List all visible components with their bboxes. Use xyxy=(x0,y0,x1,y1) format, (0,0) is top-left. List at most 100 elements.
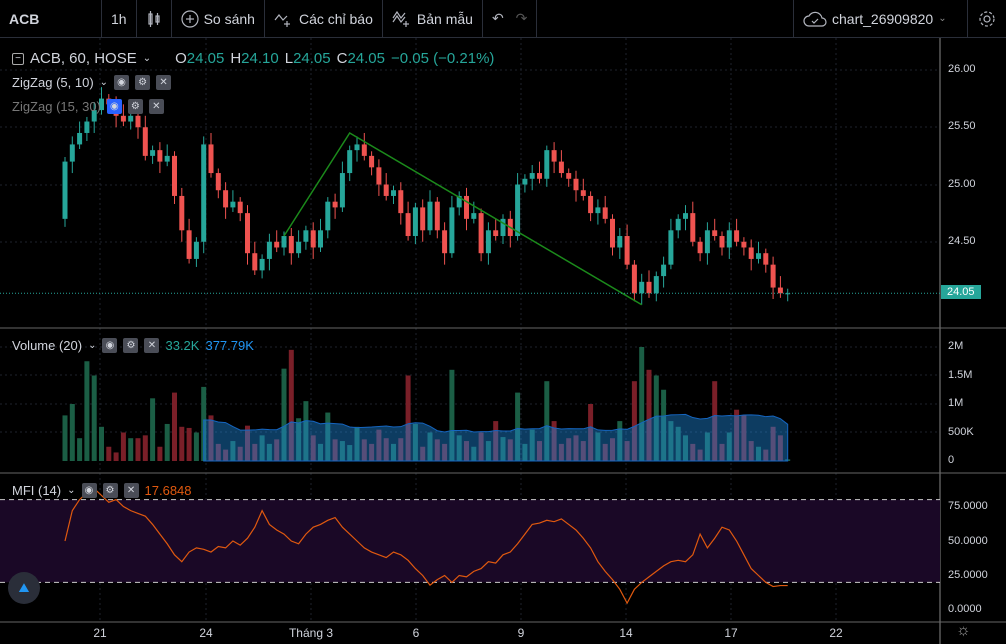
close-icon[interactable]: ✕ xyxy=(144,338,160,353)
time-tick: 9 xyxy=(517,626,525,640)
volume-bar xyxy=(128,438,134,461)
candle xyxy=(661,264,667,277)
chevron-down-icon[interactable]: ⌄ xyxy=(143,53,151,64)
candle xyxy=(325,201,331,231)
close-icon[interactable]: ✕ xyxy=(156,75,172,90)
gear-icon xyxy=(979,10,995,27)
candle xyxy=(617,236,623,248)
eye-icon[interactable]: ◉ xyxy=(81,483,97,498)
price-tick: 26.00 xyxy=(948,63,976,75)
ohlc-high: H24.10 xyxy=(230,50,279,67)
candlestick-icon xyxy=(147,10,160,27)
candle xyxy=(201,144,207,242)
candle xyxy=(164,155,170,162)
templates-button[interactable]: Bản mẫu xyxy=(383,0,483,38)
candle xyxy=(157,150,163,162)
volume-label[interactable]: Volume (20) xyxy=(12,338,82,353)
volume-tick: 500K xyxy=(948,426,974,438)
candle xyxy=(434,201,440,231)
zigzag1-label[interactable]: ZigZag (5, 10) xyxy=(12,75,94,90)
interval-button[interactable]: 1h xyxy=(102,0,137,38)
candle xyxy=(646,281,652,294)
close-icon[interactable]: ✕ xyxy=(148,99,164,114)
compare-button[interactable]: So sánh xyxy=(172,0,265,38)
volume-bar xyxy=(150,398,156,461)
candle xyxy=(296,241,302,254)
eye-icon[interactable]: ◉ xyxy=(114,75,130,90)
time-tick: 14 xyxy=(619,626,633,640)
candle xyxy=(405,213,411,237)
candle xyxy=(704,230,710,254)
candle xyxy=(172,155,177,196)
volume-bar xyxy=(142,435,148,461)
save-chart-button[interactable]: chart_26909820 ⌄ xyxy=(794,0,968,38)
candle xyxy=(485,230,491,254)
candle xyxy=(274,241,280,248)
volume-tick: 1M xyxy=(948,397,964,409)
candle xyxy=(208,144,214,174)
candle xyxy=(580,190,586,196)
symbol-search-button[interactable]: ACB xyxy=(0,0,102,38)
candle xyxy=(383,184,389,196)
candle xyxy=(398,190,404,214)
undo-redo-group: ↶ ↷ xyxy=(483,0,538,38)
candle xyxy=(77,132,83,145)
candle xyxy=(741,241,747,248)
candle xyxy=(266,241,272,259)
candle xyxy=(756,253,761,259)
tradingview-logo-icon[interactable]: ⛰ xyxy=(8,572,40,604)
candle xyxy=(215,173,221,191)
candle xyxy=(529,173,535,179)
volume-tick: 1.5M xyxy=(948,369,973,381)
candle xyxy=(668,230,674,265)
volume-bar xyxy=(106,446,112,461)
candle xyxy=(361,144,367,156)
chart-type-button[interactable] xyxy=(137,0,172,38)
zigzag1-legend: ZigZag (5, 10) ⌄ ◉ ⚙ ✕ xyxy=(12,75,172,90)
indicators-icon xyxy=(274,13,290,27)
time-tick: Tháng 3 xyxy=(288,626,334,640)
candle xyxy=(303,230,309,242)
collapse-icon[interactable]: − xyxy=(12,52,24,65)
candle xyxy=(471,213,477,219)
settings-button[interactable] xyxy=(968,0,1006,38)
eye-icon[interactable]: ◉ xyxy=(102,338,118,353)
candle xyxy=(442,230,448,254)
candle xyxy=(748,247,754,259)
price-change: −0.05 (−0.21%) xyxy=(391,50,495,67)
candle xyxy=(478,213,484,254)
gear-icon[interactable]: ⚙ xyxy=(135,75,151,90)
candle xyxy=(697,241,703,254)
candle xyxy=(734,230,740,242)
axis-settings-icon[interactable]: ☼ xyxy=(956,622,971,640)
zigzag2-label[interactable]: ZigZag (15, 30) xyxy=(12,99,101,114)
candle xyxy=(566,173,572,179)
candle xyxy=(726,230,732,248)
chevron-down-icon: ⌄ xyxy=(938,13,947,24)
candle xyxy=(515,184,521,237)
gear-icon[interactable]: ⚙ xyxy=(102,483,118,498)
candle xyxy=(339,173,345,208)
gear-icon[interactable]: ⚙ xyxy=(123,338,139,353)
eye-icon[interactable]: ◉ xyxy=(106,99,122,114)
price-tick: 24.50 xyxy=(948,235,976,247)
symbol-title[interactable]: ACB, 60, HOSE xyxy=(30,50,137,67)
volume-bar xyxy=(62,415,68,461)
candle xyxy=(690,213,696,242)
volume-bar xyxy=(193,432,199,461)
indicators-button[interactable]: Các chỉ báo xyxy=(265,0,383,38)
candle xyxy=(624,236,630,265)
close-icon[interactable]: ✕ xyxy=(123,483,139,498)
mfi-label[interactable]: MFI (14) xyxy=(12,483,61,498)
gear-icon[interactable]: ⚙ xyxy=(127,99,143,114)
candle xyxy=(252,253,258,271)
candle xyxy=(354,144,360,151)
redo-icon[interactable]: ↷ xyxy=(516,10,528,27)
candle xyxy=(193,241,199,259)
mfi-tick: 0.0000 xyxy=(948,603,982,615)
candle xyxy=(653,276,659,294)
candle xyxy=(179,195,185,231)
candle xyxy=(332,201,338,208)
mfi-value: 17.6848 xyxy=(144,483,192,498)
undo-icon[interactable]: ↶ xyxy=(492,10,504,27)
